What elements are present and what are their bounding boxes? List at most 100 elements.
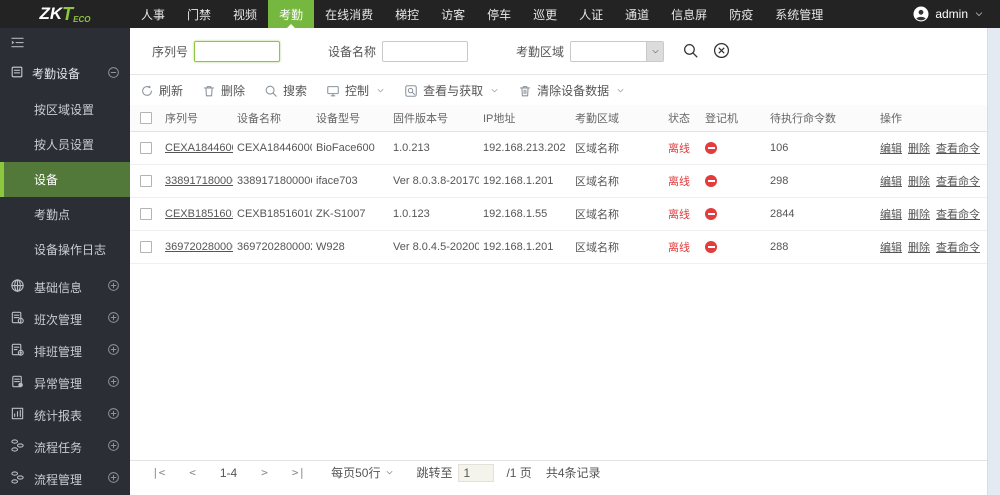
sidebar-module[interactable]: 统计报表 [0,399,130,431]
edit-link[interactable]: 编辑 [880,143,902,155]
device-name-input[interactable] [382,41,468,62]
topbar-menu-item[interactable]: 考勤 [268,0,314,28]
edit-link[interactable]: 编辑 [880,209,902,221]
status-offline-badge: 离线 [668,176,690,188]
sidebar-group-attendance-device[interactable]: 考勤设备 [0,57,130,92]
serial-link[interactable]: 3697202800002 [165,241,233,253]
topbar: ZKTECO 人事 门禁 视频 考勤 在线消费 梯控 访客 停车 巡更 人证 通… [0,0,1000,28]
view-commands-link[interactable]: 查看命令 [936,242,980,254]
sidebar-module[interactable]: 异常管理 [0,367,130,399]
last-page-button[interactable]: >| [280,466,317,479]
serial-link[interactable]: CEXA184460005 [165,142,233,154]
sidebar-item[interactable]: 设备操作日志 [0,232,130,267]
serial-link[interactable]: 3389171800006 [165,175,233,187]
monitor-icon [326,84,340,98]
sidebar-module[interactable]: 基础信息 [0,271,130,303]
topbar-menu-item[interactable]: 梯控 [384,0,430,28]
per-page-select[interactable]: 每页50行 [331,464,394,481]
topbar-menu-item[interactable]: 访客 [430,0,476,28]
serial-input[interactable] [194,41,280,62]
expand-plus-icon[interactable] [107,407,120,423]
firmware-cell: Ver 8.0.4.5-20200316 [389,231,479,264]
topbar-menu-item[interactable]: 停车 [476,0,522,28]
topbar-menu-item[interactable]: 视频 [222,0,268,28]
toolbar-button-label: 删除 [221,82,245,99]
sidebar-module[interactable]: 流程任务 [0,431,130,463]
scrollbar-track[interactable] [987,28,1000,495]
column-header: 序列号 [161,105,233,132]
toolbar-button-label: 控制 [345,82,369,99]
toolbar-button[interactable]: 刷新 [140,82,183,99]
device-model-cell: iface703 [312,165,389,198]
attendance-area-select[interactable] [570,41,664,62]
view-commands-link[interactable]: 查看命令 [936,209,980,221]
sidebar-item[interactable]: 设备 [0,162,130,197]
sidebar-module[interactable]: 班次管理 [0,303,130,335]
topbar-menu-item[interactable]: 通道 [614,0,660,28]
delete-link[interactable]: 删除 [908,176,930,188]
select-all-checkbox[interactable] [140,112,152,124]
user-menu[interactable]: admin [913,0,1000,28]
row-checkbox[interactable] [140,142,152,154]
topbar-menu-item[interactable]: 系统管理 [764,0,834,28]
topbar-menu-item[interactable]: 巡更 [522,0,568,28]
delete-link[interactable]: 删除 [908,143,930,155]
view-commands-link[interactable]: 查看命令 [936,176,980,188]
collapse-minus-icon[interactable] [107,66,120,82]
dropdown-caret-icon [614,84,625,98]
sidebar-module[interactable]: 流程管理 [0,463,130,495]
toolbar-button-label: 搜索 [283,82,307,99]
next-page-button[interactable]: > [249,466,280,479]
edit-link[interactable]: 编辑 [880,176,902,188]
toolbar-button[interactable]: 清除设备数据 [518,82,625,99]
toolbar-button[interactable]: 搜索 [264,82,307,99]
select-chevron-down-icon[interactable] [646,42,663,61]
no-entry-icon [705,142,717,154]
toolbar-button[interactable]: 控制 [326,82,385,99]
serial-link[interactable]: CEXB185160106 [165,208,233,220]
device-name-cell: 3697202800002 [233,231,312,264]
sidebar-module[interactable]: 排班管理 [0,335,130,367]
topbar-menu-item[interactable]: 人事 [130,0,176,28]
topbar-menu-item[interactable]: 防疫 [718,0,764,28]
topbar-menu-item[interactable]: 信息屏 [660,0,718,28]
delete-link[interactable]: 删除 [908,242,930,254]
device-name-cell: CEXB185160106 [233,198,312,231]
expand-plus-icon[interactable] [107,375,120,391]
prev-page-button[interactable]: < [177,466,208,479]
jump-to-input[interactable] [458,464,494,482]
toolbar-button[interactable]: 删除 [202,82,245,99]
logo-text-eco: ECO [73,15,90,24]
sidebar-item[interactable]: 考勤点 [0,197,130,232]
edit-link[interactable]: 编辑 [880,242,902,254]
row-checkbox[interactable] [140,208,152,220]
sidebar-item[interactable]: 按人员设置 [0,127,130,162]
topbar-menu-item[interactable]: 在线消费 [314,0,384,28]
expand-plus-icon[interactable] [107,279,120,295]
shift-icon [10,310,25,328]
view-commands-link[interactable]: 查看命令 [936,143,980,155]
area-cell: 区域名称 [571,231,664,264]
expand-plus-icon[interactable] [107,471,120,487]
row-checkbox[interactable] [140,175,152,187]
clear-filters-button[interactable] [713,42,730,62]
expand-plus-icon[interactable] [107,343,120,359]
device-name-label: 设备名称 [328,43,376,60]
refresh-icon [140,84,154,98]
delete-link[interactable]: 删除 [908,209,930,221]
device-model-cell: BioFace600 [312,132,389,165]
topbar-menu-item[interactable]: 门禁 [176,0,222,28]
row-checkbox[interactable] [140,241,152,253]
sidebar-collapse-icon[interactable] [10,35,25,53]
expand-plus-icon[interactable] [107,311,120,327]
search-button[interactable] [682,42,699,62]
module-label: 基础信息 [34,279,82,296]
expand-plus-icon[interactable] [107,439,120,455]
column-header: 固件版本号 [389,105,479,132]
first-page-button[interactable]: |< [140,466,177,479]
toolbar-button-label: 查看与获取 [423,82,483,99]
sidebar-group-label: 考勤设备 [32,65,80,82]
toolbar-button[interactable]: 查看与获取 [404,82,499,99]
topbar-menu-item[interactable]: 人证 [568,0,614,28]
sidebar-item[interactable]: 按区域设置 [0,92,130,127]
